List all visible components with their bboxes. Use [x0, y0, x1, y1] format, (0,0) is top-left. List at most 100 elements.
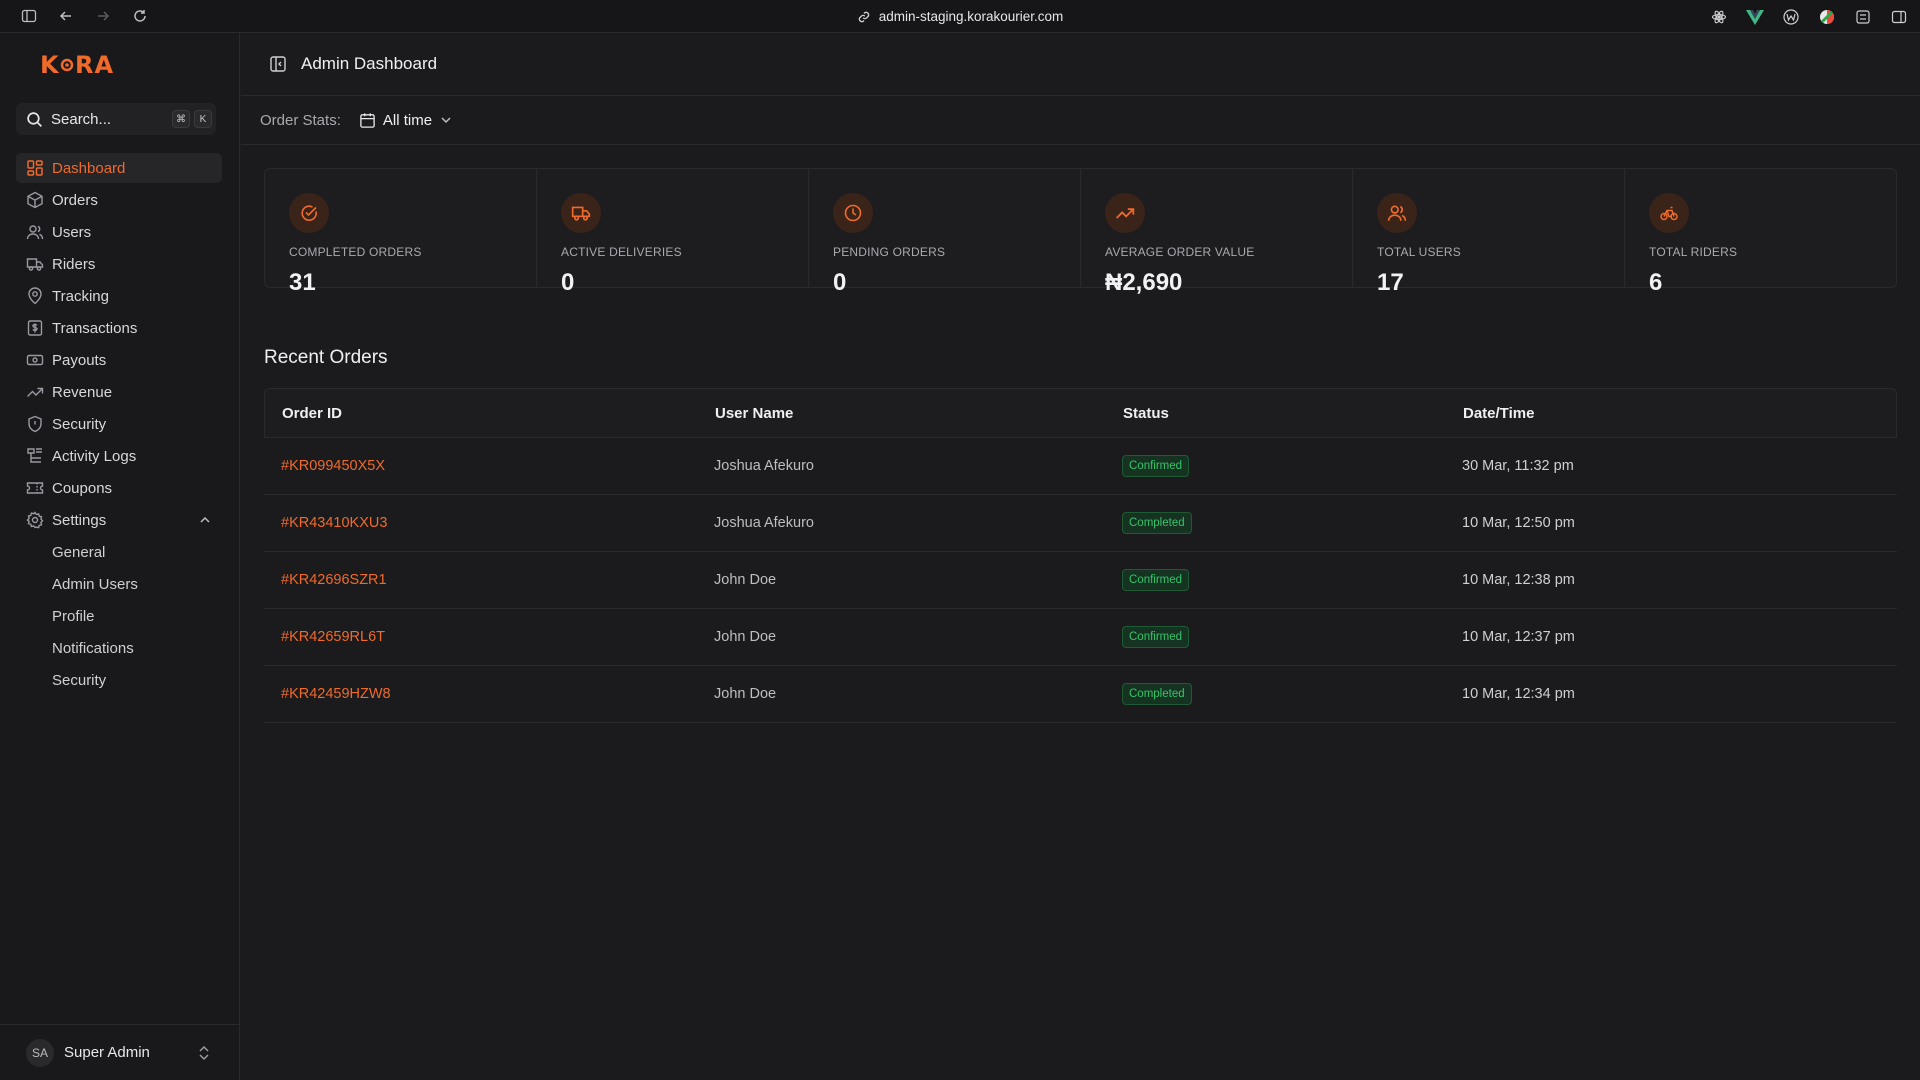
date-time-cell: 10 Mar, 12:34 pm	[1462, 686, 1575, 702]
chevrons-up-down-icon	[197, 1045, 211, 1061]
user-name-cell: John Doe	[714, 572, 777, 588]
stat-label: AVERAGE ORDER VALUE	[1105, 245, 1255, 259]
link-icon	[857, 10, 871, 24]
order-id-link[interactable]: #KR42659RL6T	[281, 629, 385, 645]
panel-toggle-icon[interactable]	[269, 55, 287, 73]
settings-sub-admin-users[interactable]: Admin Users	[16, 569, 222, 599]
split-view-icon[interactable]	[1888, 6, 1910, 28]
stats-cards: COMPLETED ORDERS 31 ACTIVE DELIVERIES 0 …	[264, 168, 1897, 296]
address-bar-url[interactable]: admin-staging.korakourier.com	[879, 9, 1064, 24]
sidebar-item-coupons[interactable]: Coupons	[16, 473, 222, 503]
banknote-icon	[26, 351, 44, 369]
package-icon	[26, 191, 44, 209]
extension-w-icon[interactable]	[1780, 6, 1802, 28]
tab-manager-icon[interactable]	[1852, 6, 1874, 28]
shield-icon	[26, 415, 44, 433]
status-badge: Completed	[1122, 683, 1192, 705]
atom-extension-icon[interactable]	[1708, 6, 1730, 28]
stat-card-total-users: TOTAL USERS 17	[1353, 169, 1625, 296]
sidebar-toggle-icon[interactable]	[10, 0, 47, 33]
sidebar-item-label: Revenue	[52, 383, 113, 401]
sidebar-item-label: Tracking	[52, 287, 109, 305]
stat-value: 0	[833, 269, 847, 296]
table-row[interactable]: #KR42696SZR1 John Doe Confirmed 10 Mar, …	[264, 552, 1897, 609]
order-id-link[interactable]: #KR42696SZR1	[281, 572, 387, 588]
settings-sub-security[interactable]: Security	[16, 665, 222, 695]
sidebar-item-payouts[interactable]: Payouts	[16, 345, 222, 375]
stat-value: 6	[1649, 269, 1663, 296]
sidebar-item-label: Settings	[52, 511, 107, 529]
stat-label: ACTIVE DELIVERIES	[561, 245, 682, 259]
order-id-link[interactable]: #KR42459HZW8	[281, 686, 391, 702]
vue-devtools-icon[interactable]	[1744, 6, 1766, 28]
status-badge: Confirmed	[1122, 569, 1190, 591]
user-name-cell: John Doe	[714, 629, 777, 645]
stat-label: COMPLETED ORDERS	[289, 245, 422, 259]
sidebar-item-label: Orders	[52, 191, 98, 209]
table-row[interactable]: #KR099450X5X Joshua Afekuro Confirmed 30…	[264, 438, 1897, 495]
settings-sub-profile[interactable]: Profile	[16, 601, 222, 631]
order-id-link[interactable]: #KR43410KXU3	[281, 515, 387, 531]
recent-orders-title: Recent Orders	[264, 347, 388, 368]
table-row[interactable]: #KR43410KXU3 Joshua Afekuro Completed 10…	[264, 495, 1897, 552]
sidebar-item-activity-logs[interactable]: Activity Logs	[16, 441, 222, 471]
logs-icon	[26, 447, 44, 465]
users-icon	[1377, 193, 1417, 233]
kora-logo[interactable]: K RA	[40, 51, 122, 79]
sidebar-item-orders[interactable]: Orders	[16, 185, 222, 215]
sidebar-nav: Dashboard Orders Users Riders Tracking T…	[16, 153, 222, 697]
column-header-order-id: Order ID	[282, 404, 343, 422]
sidebar-item-label: Users	[52, 223, 92, 241]
user-name-cell: Joshua Afekuro	[714, 515, 814, 531]
svg-text:RA: RA	[75, 51, 114, 79]
stat-card-total-riders: TOTAL RIDERS 6	[1625, 169, 1896, 296]
order-stats-label: Order Stats:	[260, 111, 341, 129]
sidebar-item-dashboard[interactable]: Dashboard	[16, 153, 222, 183]
truck-icon	[26, 255, 44, 273]
svg-text:K: K	[40, 51, 60, 79]
trending-up-icon	[26, 383, 44, 401]
stat-label: PENDING ORDERS	[833, 245, 946, 259]
stat-card-pending-orders: PENDING ORDERS 0	[809, 169, 1081, 296]
bike-icon	[1649, 193, 1689, 233]
table-row[interactable]: #KR42659RL6T John Doe Confirmed 10 Mar, …	[264, 609, 1897, 666]
main-content: Admin Dashboard Order Stats: All time CO…	[241, 33, 1920, 1080]
stat-card-completed-orders: COMPLETED ORDERS 31	[265, 169, 537, 296]
sidebar-item-revenue[interactable]: Revenue	[16, 377, 222, 407]
colorful-extension-icon[interactable]	[1816, 6, 1838, 28]
stat-value: 17	[1377, 269, 1404, 296]
recent-orders-table: Order ID User Name Status Date/Time #KR0…	[264, 388, 1897, 723]
date-time-cell: 30 Mar, 11:32 pm	[1462, 458, 1574, 474]
date-time-cell: 10 Mar, 12:38 pm	[1462, 572, 1575, 588]
search-box[interactable]: Search... ⌘ K	[16, 103, 216, 135]
map-pin-icon	[26, 287, 44, 305]
sidebar-item-label: Transactions	[52, 319, 138, 337]
date-range-value: All time	[382, 111, 433, 129]
reload-icon[interactable]	[121, 0, 158, 33]
user-menu[interactable]: SA Super Admin	[0, 1024, 239, 1080]
user-name-cell: Joshua Afekuro	[714, 458, 814, 474]
shortcut-cmd-key: ⌘	[172, 110, 190, 128]
column-header-date-time: Date/Time	[1463, 404, 1535, 422]
page-header: Admin Dashboard	[241, 33, 1920, 96]
order-id-link[interactable]: #KR099450X5X	[281, 458, 385, 474]
status-badge: Confirmed	[1122, 455, 1190, 477]
trending-up-icon	[1105, 193, 1145, 233]
back-arrow-icon[interactable]	[47, 0, 84, 33]
sidebar-item-riders[interactable]: Riders	[16, 249, 222, 279]
chevron-up-icon[interactable]	[198, 513, 212, 527]
settings-sub-notifications[interactable]: Notifications	[16, 633, 222, 663]
date-range-dropdown[interactable]: All time	[351, 108, 461, 133]
forward-arrow-icon[interactable]	[84, 0, 121, 33]
user-name-cell: John Doe	[714, 686, 777, 702]
sidebar-item-settings[interactable]: Settings	[16, 505, 222, 535]
settings-sub-general[interactable]: General	[16, 537, 222, 567]
sidebar-item-users[interactable]: Users	[16, 217, 222, 247]
stat-label: TOTAL RIDERS	[1649, 245, 1738, 259]
sidebar-item-security[interactable]: Security	[16, 409, 222, 439]
users-icon	[26, 223, 44, 241]
stat-value: 0	[561, 269, 575, 296]
table-row[interactable]: #KR42459HZW8 John Doe Completed 10 Mar, …	[264, 666, 1897, 723]
sidebar-item-tracking[interactable]: Tracking	[16, 281, 222, 311]
sidebar-item-transactions[interactable]: Transactions	[16, 313, 222, 343]
